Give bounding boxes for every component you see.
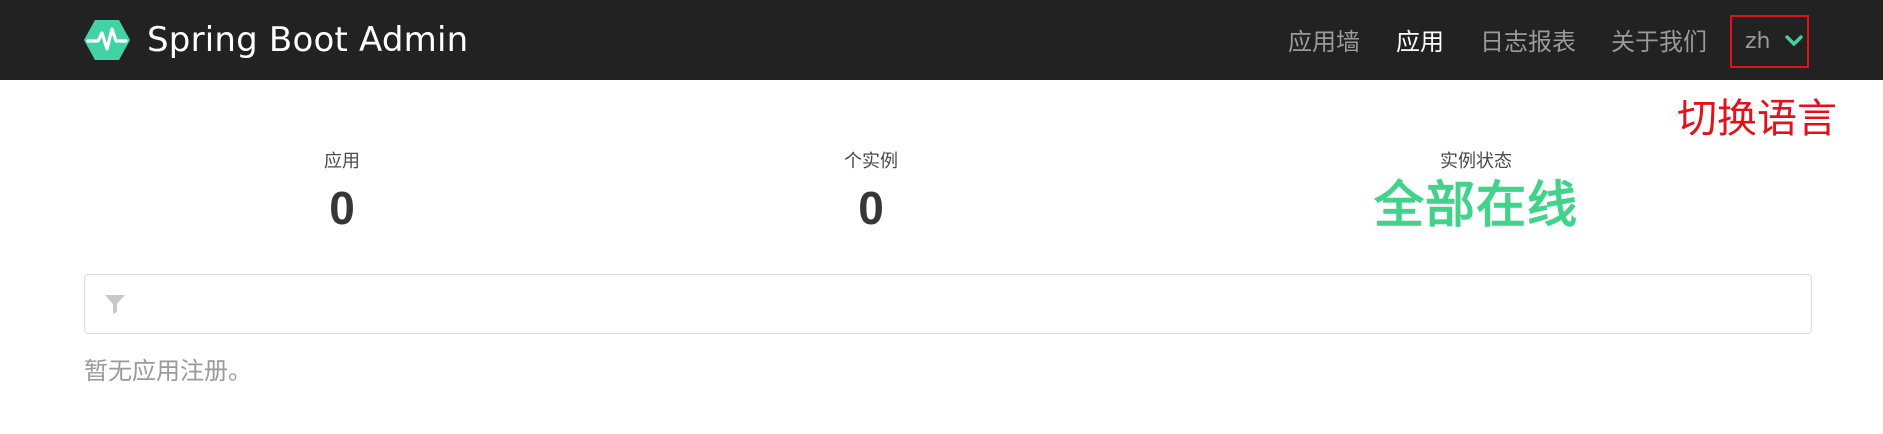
brand-title: Spring Boot Admin: [147, 20, 469, 60]
filter-box: [84, 274, 1812, 335]
filter-input[interactable]: [141, 275, 1795, 335]
filter-icon: [105, 295, 125, 314]
nav-item-applications[interactable]: 应用: [1396, 0, 1444, 80]
stat-applications-value: 0: [329, 182, 355, 234]
stat-instances-label: 个实例: [844, 151, 898, 172]
stat-instances-value: 0: [858, 182, 884, 234]
stat-applications-label: 应用: [324, 151, 360, 172]
stat-instances: 个实例 0: [721, 148, 1021, 236]
heartbeat-icon: [84, 20, 130, 60]
nav-item-about[interactable]: 关于我们: [1611, 0, 1707, 80]
empty-applications-message: 暂无应用注册。: [84, 357, 252, 385]
nav-item-wallboard[interactable]: 应用墙: [1288, 0, 1360, 80]
stat-status-value: 全部在线: [1374, 177, 1578, 233]
language-switch-annotation: 切换语言: [1677, 96, 1837, 142]
top-navbar: Spring Boot Admin 应用墙 应用 日志报表 关于我们 zh: [0, 0, 1883, 80]
stat-status: 实例状态 全部在线: [1326, 148, 1626, 234]
brand-link[interactable]: Spring Boot Admin: [83, 19, 468, 61]
nav-item-journal[interactable]: 日志报表: [1480, 0, 1576, 80]
language-value: zh: [1745, 29, 1771, 54]
stat-applications: 应用 0: [192, 148, 492, 236]
language-select[interactable]: zh: [1730, 15, 1809, 68]
chevron-down-icon: [1785, 35, 1803, 46]
stat-status-label: 实例状态: [1440, 151, 1512, 172]
